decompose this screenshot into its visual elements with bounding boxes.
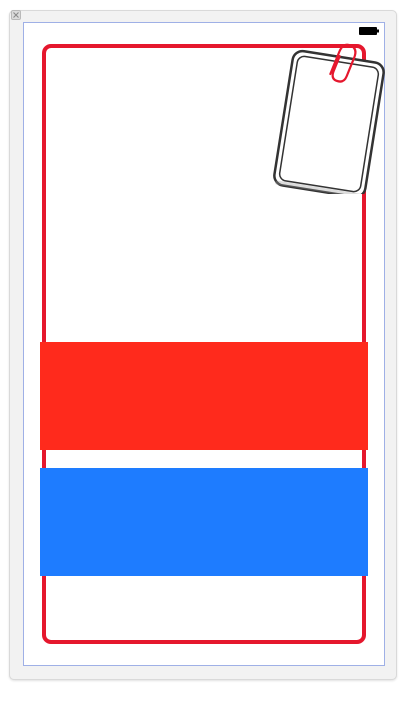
close-box-icon[interactable] (11, 10, 21, 20)
blue-band-view[interactable] (40, 468, 368, 576)
battery-icon (359, 27, 379, 35)
paperclip-note-icon[interactable] (271, 38, 389, 194)
storyboard-canvas (0, 0, 417, 701)
red-band-view[interactable] (40, 342, 368, 450)
